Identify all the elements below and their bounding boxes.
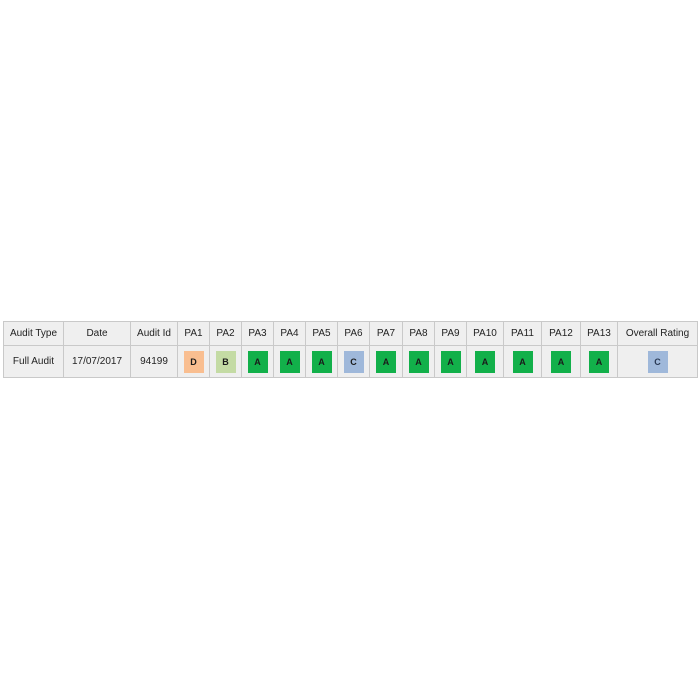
column-header-pa8: PA8 (402, 321, 435, 346)
rating-badge: A (551, 350, 571, 373)
rating-badge: D (183, 350, 204, 373)
column-header-pa11: PA11 (503, 321, 542, 346)
pa3-cell: A (241, 345, 274, 378)
pa12-cell: A (541, 345, 581, 378)
pa4-cell: A (273, 345, 306, 378)
column-header-pa6: PA6 (337, 321, 370, 346)
column-header-pa9: PA9 (434, 321, 467, 346)
rating-badge: A (475, 350, 495, 373)
column-header-overall-rating: Overall Rating (617, 321, 698, 346)
rating-badge: A (440, 350, 461, 373)
rating-badge: A (247, 350, 268, 373)
overall-rating-badge: C (647, 350, 668, 373)
table-row: Full Audit 17/07/2017 94199 D B A A A C … (3, 345, 698, 378)
column-header-pa10: PA10 (466, 321, 504, 346)
column-header-pa2: PA2 (209, 321, 242, 346)
rating-badge: A (589, 350, 609, 373)
audit-id-cell: 94199 (130, 345, 178, 378)
column-header-pa12: PA12 (541, 321, 581, 346)
rating-badge: A (408, 350, 429, 373)
overall-rating-cell: C (617, 345, 698, 378)
rating-badge: A (311, 350, 332, 373)
rating-badge: C (343, 350, 364, 373)
pa2-cell: B (209, 345, 242, 378)
column-header-audit-type: Audit Type (3, 321, 64, 346)
rating-badge: A (376, 350, 396, 373)
header-row: Audit Type Date Audit Id PA1 PA2 PA3 PA4 PA5 PA6… (3, 321, 698, 346)
pa13-cell: A (580, 345, 618, 378)
column-header-pa13: PA13 (580, 321, 618, 346)
pa6-cell: C (337, 345, 370, 378)
rating-badge: A (279, 350, 300, 373)
date-cell: 17/07/2017 (63, 345, 131, 378)
audit-type-cell: Full Audit (3, 345, 64, 378)
pa9-cell: A (434, 345, 467, 378)
column-header-audit-id: Audit Id (130, 321, 178, 346)
column-header-pa1: PA1 (177, 321, 210, 346)
column-header-pa7: PA7 (369, 321, 403, 346)
audit-table: Audit Type Date Audit Id PA1 PA2 PA3 PA4 PA5 PA6… (3, 321, 698, 378)
column-header-pa3: PA3 (241, 321, 274, 346)
column-header-pa4: PA4 (273, 321, 306, 346)
pa11-cell: A (503, 345, 542, 378)
pa7-cell: A (369, 345, 403, 378)
pa5-cell: A (305, 345, 338, 378)
column-header-pa5: PA5 (305, 321, 338, 346)
pa1-cell: D (177, 345, 210, 378)
rating-badge: B (215, 350, 236, 373)
column-header-date: Date (63, 321, 131, 346)
pa8-cell: A (402, 345, 435, 378)
pa10-cell: A (466, 345, 504, 378)
rating-badge: A (512, 350, 533, 373)
